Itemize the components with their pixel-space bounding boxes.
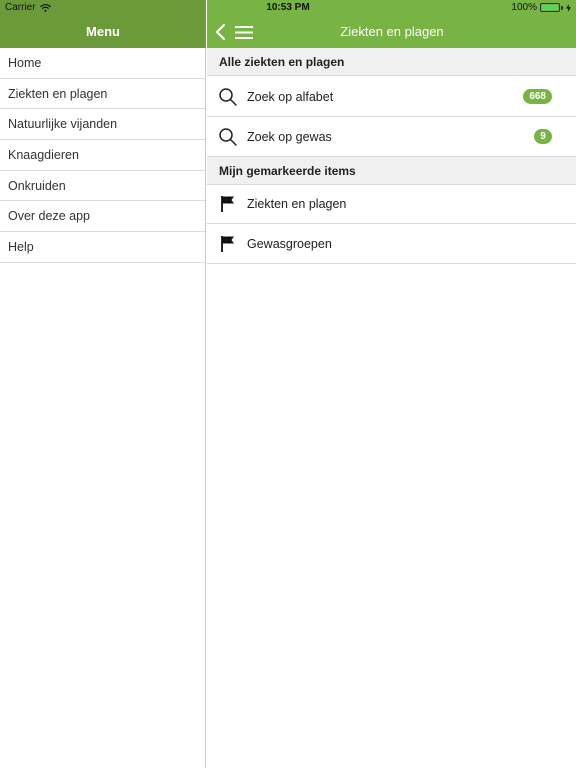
row-label: Ziekten en plagen: [247, 196, 347, 211]
main-panel: Ziekten en plagen Alle ziekten en plagen…: [207, 0, 576, 768]
row-gemarkeerd-ziekten-en-plagen[interactable]: Ziekten en plagen: [207, 184, 576, 224]
battery-percent: 100%: [511, 2, 537, 13]
menu-item-onkruiden[interactable]: Onkruiden: [0, 171, 205, 202]
menu-list: Home Ziekten en plagen Natuurlijke vijan…: [0, 48, 205, 263]
page-title: Ziekten en plagen: [340, 24, 444, 39]
count-badge: 9: [534, 129, 552, 144]
menu-title: Menu: [86, 24, 120, 39]
section-header-alle-ziekten: Alle ziekten en plagen: [207, 48, 576, 76]
count-badge: 668: [523, 89, 552, 104]
status-time: 10:53 PM: [266, 2, 310, 13]
search-icon: [219, 87, 237, 106]
row-label: Zoek op alfabet: [247, 89, 334, 104]
row-zoek-op-alfabet[interactable]: Zoek op alfabet 668: [207, 77, 576, 117]
charging-bolt-icon: [566, 3, 571, 12]
row-zoek-op-gewas[interactable]: Zoek op gewas 9: [207, 117, 576, 157]
menu-panel: Menu Home Ziekten en plagen Natuurlijke …: [0, 0, 206, 768]
flag-icon: [221, 195, 234, 212]
menu-item-knaagdieren[interactable]: Knaagdieren: [0, 140, 205, 171]
row-gemarkeerd-gewasgroepen[interactable]: Gewasgroepen: [207, 224, 576, 264]
search-icon: [219, 127, 237, 146]
row-label: Zoek op gewas: [247, 129, 332, 144]
menu-item-natuurlijke-vijanden[interactable]: Natuurlijke vijanden: [0, 109, 205, 141]
menu-item-help[interactable]: Help: [0, 232, 205, 263]
row-label: Gewasgroepen: [247, 236, 332, 251]
menu-item-home[interactable]: Home: [0, 48, 205, 79]
section-header-mijn-gemarkeerde: Mijn gemarkeerde items: [207, 157, 576, 185]
menu-item-over-deze-app[interactable]: Over deze app: [0, 201, 205, 233]
battery-icon: [540, 3, 560, 12]
back-chevron-icon[interactable]: [214, 23, 228, 41]
battery-tip: [561, 5, 563, 10]
flag-icon: [221, 235, 234, 252]
menu-item-ziekten-en-plagen[interactable]: Ziekten en plagen: [0, 79, 205, 110]
hamburger-menu-icon[interactable]: [235, 26, 253, 39]
status-bar: Carrier 10:53 PM 100%: [0, 0, 576, 16]
